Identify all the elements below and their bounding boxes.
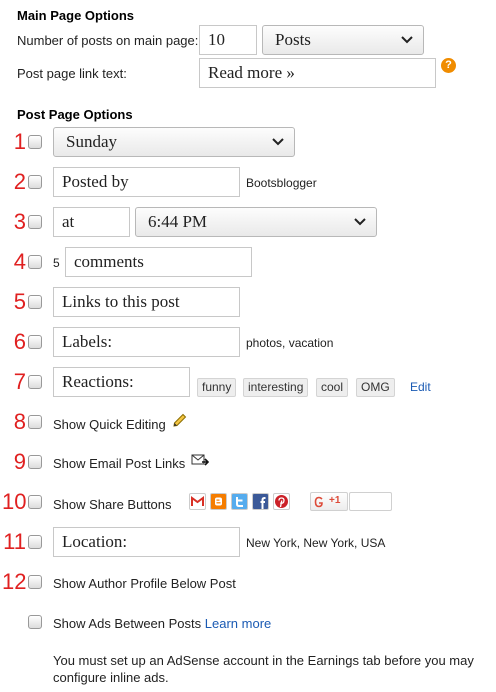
show-quick-editing-checkbox[interactable] [28,415,42,429]
learn-more-link[interactable]: Learn more [205,616,271,631]
link-text-label: Post page link text: [17,66,127,81]
show-timestamp-checkbox[interactable] [28,215,42,229]
step-number: 3 [13,209,26,234]
google-plus-icon [314,496,323,508]
author-profile-label: Show Author Profile Below Post [53,576,236,591]
reaction-tag: cool [316,378,349,397]
show-labels-checkbox[interactable] [28,335,42,349]
show-ads-between-posts-checkbox[interactable] [28,615,42,629]
show-date-header-checkbox[interactable] [28,135,42,149]
location-preview: New York, New York, USA [246,536,386,550]
posts-count-label: Number of posts on main page: [17,33,199,48]
step-number: 1 [13,129,26,154]
show-email-links-checkbox[interactable] [28,455,42,469]
posts-unit-select[interactable]: Posts [262,25,424,55]
link-text-input[interactable]: Read more » [199,58,436,88]
time-format-value: 6:44 PM [148,212,208,231]
chevron-down-icon [354,218,366,226]
reaction-tag: OMG [356,378,395,397]
step-number: 9 [13,449,26,474]
show-location-checkbox[interactable] [28,535,42,549]
twitter-icon [231,493,248,510]
adsense-note-line: configure inline ads. [53,670,169,685]
pencil-icon [173,413,187,427]
help-icon[interactable]: ? [441,58,456,73]
reaction-tag: funny [197,378,237,397]
pinterest-icon [273,493,290,510]
plus-one-count-bubble [349,492,392,511]
step-number: 11 [3,529,26,554]
main-page-options-heading: Main Page Options [17,8,135,23]
time-format-select[interactable]: 6:44 PM [135,207,377,237]
chevron-down-icon [272,138,284,146]
ads-between-posts-label: Show Ads Between Posts Learn more [53,616,271,631]
author-prefix-input[interactable]: Posted by [53,167,240,197]
gmail-icon [189,493,206,510]
step-number: 7 [13,369,26,394]
share-buttons-label: Show Share Buttons [53,497,172,512]
help-glyph: ? [445,59,452,71]
step-number: 10 [2,489,27,514]
labels-preview: photos, vacation [246,336,334,350]
email-post-icon [191,454,209,466]
post-page-options-heading: Post Page Options [17,107,133,122]
author-name: Bootsblogger [246,176,317,190]
posts-count-input[interactable]: 10 [199,25,257,55]
date-format-select[interactable]: Sunday [53,127,295,157]
step-number: 4 [13,249,26,274]
email-links-label: Show Email Post Links [53,456,186,471]
show-share-buttons-checkbox[interactable] [28,495,42,509]
step-number: 2 [13,169,26,194]
comments-label-input[interactable]: comments [65,247,252,277]
step-number: 8 [13,409,26,434]
backlinks-label-input[interactable]: Links to this post [53,287,240,317]
show-comments-checkbox[interactable] [28,255,42,269]
step-number: 5 [13,289,26,314]
ads-between-posts-text: Show Ads Between Posts [53,616,202,631]
show-reactions-checkbox[interactable] [28,375,42,389]
reaction-tag: interesting [243,378,309,397]
location-prefix-input[interactable]: Location: [53,527,240,557]
google-plus-one-button[interactable]: +1 [310,492,348,511]
posts-unit-value: Posts [275,30,311,49]
show-backlinks-checkbox[interactable] [28,295,42,309]
chevron-down-icon [401,36,413,44]
quick-editing-label: Show Quick Editing [53,417,166,432]
comment-count: 5 [53,256,60,270]
reactions-label-input[interactable]: Reactions: [53,367,190,397]
facebook-icon [252,493,269,510]
date-format-value: Sunday [66,132,117,151]
reactions-edit-link[interactable]: Edit [410,380,431,394]
labels-prefix-input[interactable]: Labels: [53,327,240,357]
plus-one-label: +1 [329,495,341,506]
show-author-profile-checkbox[interactable] [28,575,42,589]
show-author-checkbox[interactable] [28,175,42,189]
step-number: 6 [13,329,26,354]
adsense-note: You must set up an AdSense account in th… [53,652,474,686]
blogger-icon [210,493,227,510]
adsense-note-line: You must set up an AdSense account in th… [53,653,474,668]
timestamp-prefix-input[interactable]: at [53,207,130,237]
step-number: 12 [2,569,27,594]
